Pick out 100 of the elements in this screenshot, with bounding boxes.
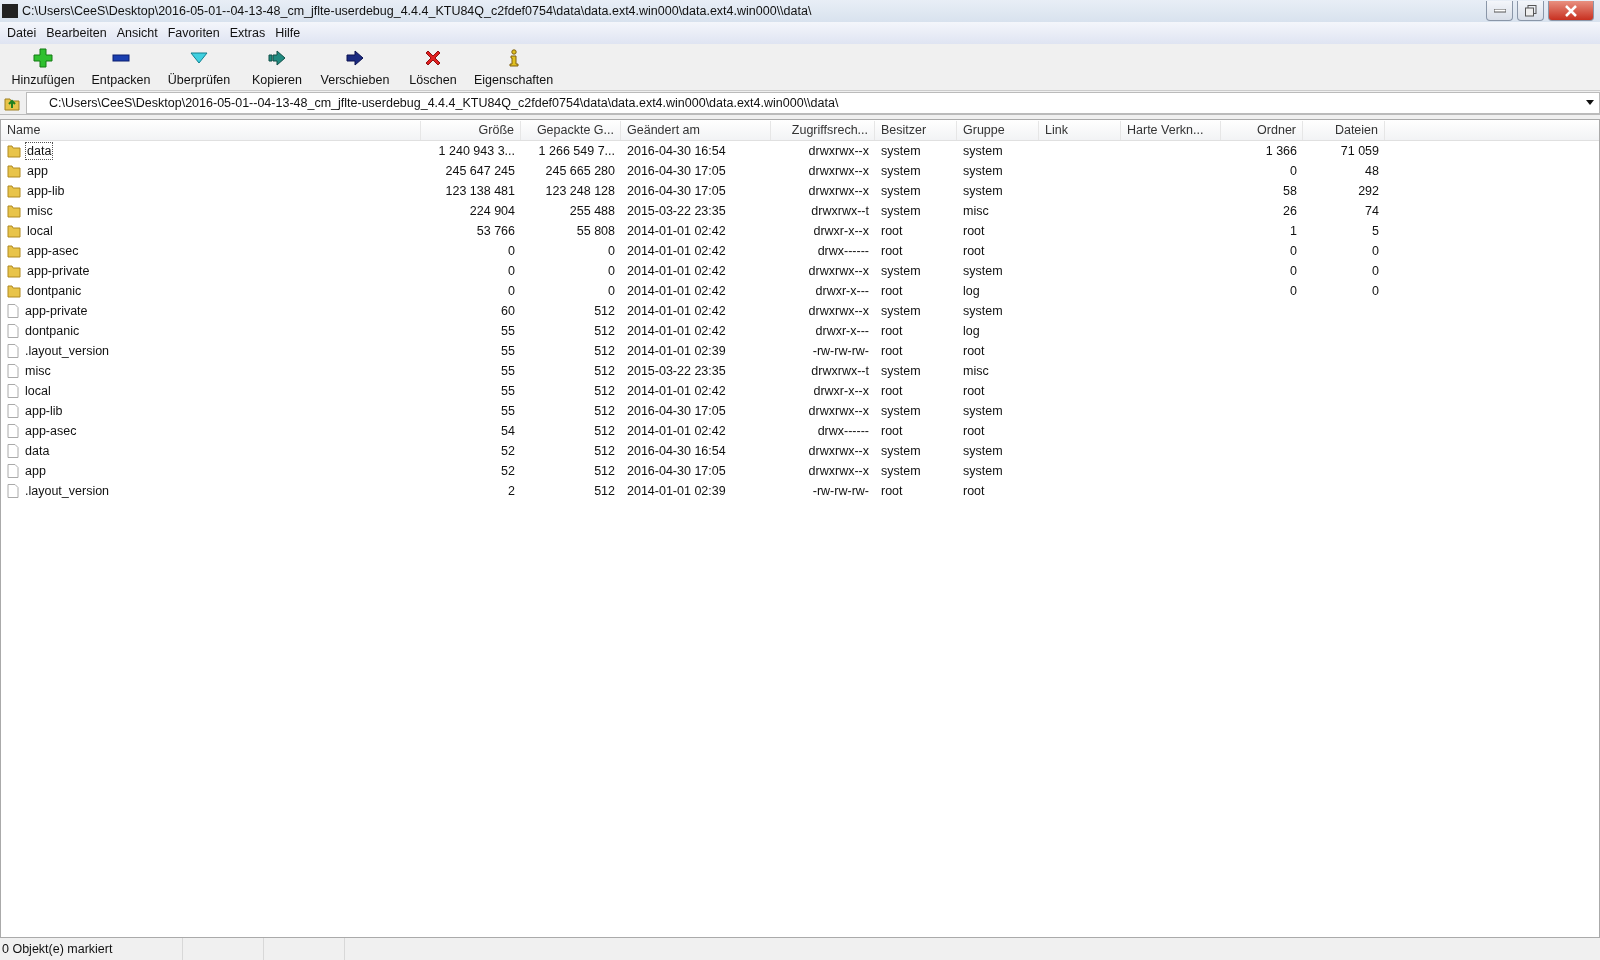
toolbar-button[interactable]: Löschen — [394, 44, 472, 90]
packed-size-cell-text: 512 — [593, 484, 616, 498]
packed-size-cell-text: 512 — [593, 424, 616, 438]
column-header[interactable]: Dateien — [1303, 120, 1385, 140]
size-cell-text: 0 — [507, 244, 516, 258]
file-name[interactable]: local — [23, 382, 53, 400]
permissions-cell-text: drwxrwx--x — [807, 184, 870, 198]
date-cell-text: 2015-03-22 23:35 — [626, 364, 727, 378]
menu-item[interactable]: Ansicht — [111, 24, 163, 42]
toolbar-button[interactable]: Verschieben — [316, 44, 394, 90]
file-name[interactable]: app-lib — [23, 402, 65, 420]
group-cell-text: system — [962, 304, 1004, 318]
files-count-cell-text: 0 — [1371, 264, 1380, 278]
file-name[interactable]: .layout_version — [23, 342, 112, 360]
file-name[interactable]: .layout_version — [23, 482, 112, 500]
files-count-cell-text: 0 — [1371, 284, 1380, 298]
file-name[interactable]: app-private — [23, 302, 90, 320]
packed-size-cell-text: 0 — [607, 264, 616, 278]
permissions-cell-text: drwxrwx--t — [810, 204, 870, 218]
file-name[interactable]: misc — [25, 202, 55, 220]
permissions-cell-text: drwxr-x--- — [814, 324, 870, 338]
size-cell-text: 55 — [500, 324, 516, 338]
toolbar-button[interactable]: Hinzufügen — [4, 44, 82, 90]
group-cell-text: root — [962, 424, 986, 438]
date-cell-text: 2014-01-01 02:42 — [626, 284, 727, 298]
folder-icon — [7, 204, 21, 218]
file-name[interactable]: app-private — [25, 262, 92, 280]
folder-icon — [7, 144, 21, 158]
file-name[interactable]: app-asec — [23, 422, 79, 440]
size-cell-text: 52 — [500, 464, 516, 478]
file-icon — [7, 484, 19, 498]
owner-cell-text: system — [880, 304, 922, 318]
file-icon — [7, 444, 19, 458]
toolbar-button[interactable]: Entpacken — [82, 44, 160, 90]
file-name[interactable]: app-asec — [25, 242, 81, 260]
file-name[interactable]: app-lib — [25, 182, 67, 200]
toolbar-button[interactable]: Überprüfen — [160, 44, 238, 90]
column-header[interactable]: Harte Verkn... — [1121, 120, 1221, 140]
owner-cell-text: system — [880, 184, 922, 198]
menu-item[interactable]: Hilfe — [270, 24, 306, 42]
files-count-cell-text: 71 059 — [1339, 144, 1380, 158]
owner-cell-text: system — [880, 264, 922, 278]
group-cell-text: misc — [962, 364, 990, 378]
packed-size-cell-text: 55 808 — [575, 224, 616, 238]
menu-item[interactable]: Bearbeiten — [41, 24, 112, 42]
menu-item[interactable]: Datei — [2, 24, 42, 42]
file-name[interactable]: dontpanic — [25, 282, 84, 300]
restore-button[interactable] — [1517, 1, 1544, 21]
group-cell-text: system — [962, 444, 1004, 458]
folder-icon — [7, 284, 21, 298]
files-count-cell-text: 5 — [1371, 224, 1380, 238]
toolbar-button[interactable]: Eigenschaften — [472, 44, 556, 90]
column-header[interactable]: Größe — [421, 120, 521, 140]
size-cell-text: 55 — [500, 404, 516, 418]
folder-icon — [7, 164, 21, 178]
owner-cell-text: root — [880, 384, 904, 398]
file-icon — [7, 304, 19, 318]
column-header[interactable]: Geändert am — [621, 120, 771, 140]
owner-cell-text: root — [880, 324, 904, 338]
date-cell-text: 2016-04-30 17:05 — [626, 464, 727, 478]
permissions-cell-text: -rw-rw-rw- — [811, 484, 870, 498]
file-icon — [7, 324, 19, 338]
packed-size-cell-text: 0 — [607, 284, 616, 298]
packed-size-cell-text: 512 — [593, 364, 616, 378]
file-icon — [7, 464, 19, 478]
size-cell-text: 1 240 943 3... — [437, 144, 516, 158]
column-header[interactable]: Link — [1039, 120, 1121, 140]
permissions-cell-text: drwxrwx--t — [810, 364, 870, 378]
column-header[interactable]: Ordner — [1221, 120, 1303, 140]
file-name[interactable]: data — [25, 142, 54, 160]
group-cell-text: misc — [962, 204, 990, 218]
column-header[interactable]: Name — [1, 120, 421, 140]
close-button[interactable] — [1548, 1, 1594, 21]
date-cell-text: 2014-01-01 02:42 — [626, 384, 727, 398]
column-header[interactable]: Gepackte G... — [521, 120, 621, 140]
group-cell-text: system — [962, 164, 1004, 178]
file-name[interactable]: data — [23, 442, 52, 460]
restore-icon — [1524, 4, 1537, 17]
packed-size-cell-text: 512 — [593, 444, 616, 458]
packed-size-cell-text: 512 — [593, 344, 616, 358]
file-name[interactable]: app — [23, 462, 48, 480]
arrow-icon — [345, 47, 365, 68]
file-icon — [7, 344, 19, 358]
file-name[interactable]: local — [25, 222, 55, 240]
address-field[interactable]: C:\Users\CeeS\Desktop\2016-05-01--04-13-48_cm_jflte-userdebug_4.4.4_KTU84Q_c2fdef0754\data\data.ext4.win000\data.ext4.win000\\data\ — [26, 92, 1600, 114]
owner-cell-text: system — [880, 164, 922, 178]
dropdown-arrow-icon[interactable] — [1586, 100, 1594, 105]
file-name[interactable]: app — [25, 162, 50, 180]
file-name[interactable]: misc — [23, 362, 53, 380]
owner-cell-text: root — [880, 224, 904, 238]
column-header[interactable]: Besitzer — [875, 120, 957, 140]
menu-item[interactable]: Favoriten — [162, 24, 225, 42]
folders-count-cell-text: 58 — [1282, 184, 1298, 198]
column-header[interactable]: Gruppe — [957, 120, 1039, 140]
menu-item[interactable]: Extras — [224, 24, 271, 42]
permissions-cell-text: drwxrwx--x — [807, 404, 870, 418]
file-name[interactable]: dontpanic — [23, 322, 82, 340]
toolbar-button[interactable]: Kopieren — [238, 44, 316, 90]
column-header[interactable]: Zugriffsrech... — [771, 120, 875, 140]
size-cell-text: 0 — [507, 284, 516, 298]
